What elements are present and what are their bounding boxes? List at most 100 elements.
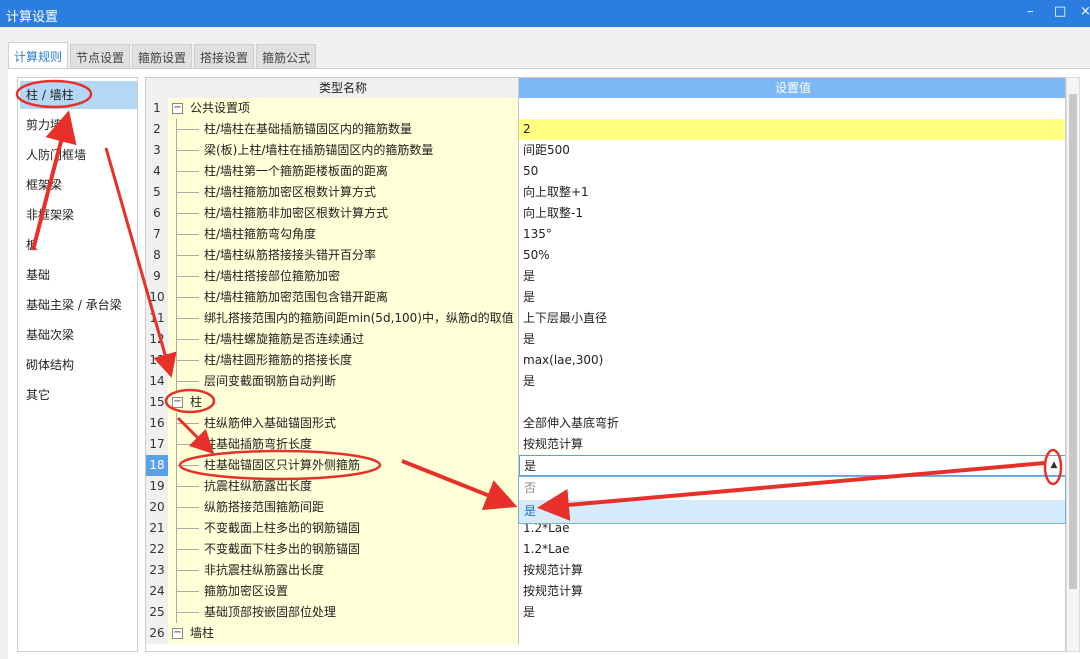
- table-row[interactable]: 22 不变截面下柱多出的钢筋锚固 1.2*Lae: [146, 539, 1065, 560]
- table-row[interactable]: 25 基础顶部按嵌固部位处理 是: [146, 602, 1065, 623]
- table-row[interactable]: 9 柱/墙柱搭接部位箍筋加密 是: [146, 266, 1065, 287]
- dropdown-option[interactable]: 是: [519, 500, 1065, 523]
- collapse-toggle-icon[interactable]: −: [172, 103, 183, 114]
- sidebar-item[interactable]: 非框架梁: [20, 201, 137, 229]
- setting-value[interactable]: 是: [519, 602, 1065, 623]
- setting-value[interactable]: 间距500: [519, 140, 1065, 161]
- minimize-button[interactable]: –: [1027, 4, 1034, 19]
- setting-value[interactable]: max(lae,300): [519, 350, 1065, 371]
- table-row[interactable]: 5 柱/墙柱箍筋加密区根数计算方式 向上取整+1: [146, 182, 1065, 203]
- table-row[interactable]: 17 柱基础插筋弯折长度 按规范计算: [146, 434, 1065, 455]
- table-row[interactable]: 26− 墙柱: [146, 623, 1065, 644]
- sidebar-item[interactable]: 剪力墙: [20, 111, 137, 139]
- setting-value[interactable]: [519, 98, 1065, 119]
- scrollbar-thumb[interactable]: [1069, 94, 1077, 589]
- table-row[interactable]: 10 柱/墙柱箍筋加密范围包含错开距离 是: [146, 287, 1065, 308]
- row-name-cell: 柱/墙柱圆形箍筋的搭接长度: [168, 350, 519, 371]
- column-header-value[interactable]: 设置值: [519, 78, 1065, 98]
- table-row[interactable]: 12 柱/墙柱螺旋箍筋是否连续通过 是: [146, 329, 1065, 350]
- setting-value[interactable]: 按规范计算: [519, 581, 1065, 602]
- tree-line: [177, 486, 199, 487]
- table-row[interactable]: 13 柱/墙柱圆形箍筋的搭接长度 max(lae,300): [146, 350, 1065, 371]
- setting-value[interactable]: 2: [519, 119, 1065, 140]
- tab-1[interactable]: 节点设置: [70, 44, 131, 70]
- row-name-cell: 层间变截面钢筋自动判断: [168, 371, 519, 392]
- setting-name: 柱/墙柱箍筋加密范围包含错开距离: [204, 290, 389, 304]
- setting-value[interactable]: [519, 623, 1065, 644]
- tab-0[interactable]: 计算规则: [8, 42, 69, 70]
- table-row[interactable]: 15− 柱: [146, 392, 1065, 413]
- table-row[interactable]: 14 层间变截面钢筋自动判断 是: [146, 371, 1065, 392]
- setting-value[interactable]: 是: [519, 371, 1065, 392]
- setting-name: 箍筋加密区设置: [204, 584, 289, 598]
- setting-name: 柱/墙柱箍筋弯勾角度: [204, 227, 317, 241]
- setting-value[interactable]: 向上取整-1: [519, 203, 1065, 224]
- setting-value[interactable]: 是: [519, 455, 1065, 476]
- row-name-cell: 柱基础锚固区只计算外侧箍筋: [168, 455, 519, 476]
- table-row[interactable]: 6 柱/墙柱箍筋非加密区根数计算方式 向上取整-1: [146, 203, 1065, 224]
- table-row[interactable]: 11 绑扎搭接范围内的箍筋间距min(5d,100)中，纵筋d的取值 上下层最小直径: [146, 308, 1065, 329]
- sidebar-item[interactable]: 其它: [20, 381, 137, 409]
- tab-4[interactable]: 箍筋公式: [256, 44, 317, 70]
- sidebar-item[interactable]: 框架梁: [20, 171, 137, 199]
- sidebar-item[interactable]: 板: [20, 231, 137, 259]
- sidebar-item[interactable]: 柱 / 墙柱: [20, 81, 137, 109]
- row-number-header: [146, 78, 168, 98]
- setting-value[interactable]: 按规范计算: [519, 560, 1065, 581]
- dropdown-toggle-button[interactable]: ▲: [1046, 457, 1062, 474]
- setting-value[interactable]: [519, 392, 1065, 413]
- table-row[interactable]: 24 箍筋加密区设置 按规范计算: [146, 581, 1065, 602]
- setting-value[interactable]: 1.2*Lae: [519, 539, 1065, 560]
- dropdown-option[interactable]: 否: [519, 477, 1065, 500]
- column-header-name[interactable]: 类型名称: [168, 78, 519, 98]
- sidebar-item[interactable]: 砌体结构: [20, 351, 137, 379]
- setting-name: 柱/墙柱第一个箍筋距楼板面的距离: [204, 164, 389, 178]
- setting-value[interactable]: 是: [519, 287, 1065, 308]
- row-number: 3: [146, 140, 168, 161]
- tab-2[interactable]: 箍筋设置: [132, 44, 193, 70]
- sidebar-item[interactable]: 基础: [20, 261, 137, 289]
- maximize-button[interactable]: □: [1054, 4, 1066, 19]
- setting-value[interactable]: 全部伸入基底弯折: [519, 413, 1065, 434]
- table-row[interactable]: 18 柱基础锚固区只计算外侧箍筋 是: [146, 455, 1065, 476]
- sidebar-item[interactable]: 基础主梁 / 承台梁: [20, 291, 137, 319]
- row-number: 7: [146, 224, 168, 245]
- table-row[interactable]: 7 柱/墙柱箍筋弯勾角度 135°: [146, 224, 1065, 245]
- close-button[interactable]: ×: [1080, 4, 1090, 19]
- setting-value[interactable]: 50: [519, 161, 1065, 182]
- row-name-cell: 柱/墙柱在基础插筋锚固区内的箍筋数量: [168, 119, 519, 140]
- collapse-toggle-icon[interactable]: −: [172, 397, 183, 408]
- setting-value[interactable]: 上下层最小直径: [519, 308, 1065, 329]
- setting-name: 柱基础锚固区只计算外侧箍筋: [204, 458, 361, 472]
- setting-name: 柱/墙柱圆形箍筋的搭接长度: [204, 353, 353, 367]
- row-name-cell: − 公共设置项: [168, 98, 519, 119]
- setting-name: 绑扎搭接范围内的箍筋间距min(5d,100)中，纵筋d的取值: [204, 311, 514, 325]
- table-row[interactable]: 16 柱纵筋伸入基础锚固形式 全部伸入基底弯折: [146, 413, 1065, 434]
- row-name-cell: 非抗震柱纵筋露出长度: [168, 560, 519, 581]
- setting-value[interactable]: 50%: [519, 245, 1065, 266]
- row-number: 10: [146, 287, 168, 308]
- collapse-toggle-icon[interactable]: −: [172, 628, 183, 639]
- table-row[interactable]: 1− 公共设置项: [146, 98, 1065, 119]
- setting-value[interactable]: 135°: [519, 224, 1065, 245]
- setting-name: 柱/墙柱纵筋搭接接头错开百分率: [204, 248, 377, 262]
- setting-value[interactable]: 按规范计算: [519, 434, 1065, 455]
- table-row[interactable]: 23 非抗震柱纵筋露出长度 按规范计算: [146, 560, 1065, 581]
- setting-name: 层间变截面钢筋自动判断: [204, 374, 337, 388]
- setting-value[interactable]: 向上取整+1: [519, 182, 1065, 203]
- tree-line: [177, 507, 199, 508]
- vertical-scrollbar[interactable]: [1066, 77, 1080, 652]
- sidebar-item[interactable]: 人防门框墙: [20, 141, 137, 169]
- row-number: 22: [146, 539, 168, 560]
- tab-3[interactable]: 搭接设置: [194, 44, 255, 70]
- tree-line: [177, 360, 199, 361]
- setting-value[interactable]: 是: [519, 329, 1065, 350]
- table-row[interactable]: 8 柱/墙柱纵筋搭接接头错开百分率 50%: [146, 245, 1065, 266]
- table-row[interactable]: 3 梁(板)上柱/墙柱在插筋锚固区内的箍筋数量 间距500: [146, 140, 1065, 161]
- row-number: 13: [146, 350, 168, 371]
- row-number: 15: [146, 392, 168, 413]
- sidebar-item[interactable]: 基础次梁: [20, 321, 137, 349]
- table-row[interactable]: 2 柱/墙柱在基础插筋锚固区内的箍筋数量 2: [146, 119, 1065, 140]
- setting-value[interactable]: 是: [519, 266, 1065, 287]
- table-row[interactable]: 4 柱/墙柱第一个箍筋距楼板面的距离 50: [146, 161, 1065, 182]
